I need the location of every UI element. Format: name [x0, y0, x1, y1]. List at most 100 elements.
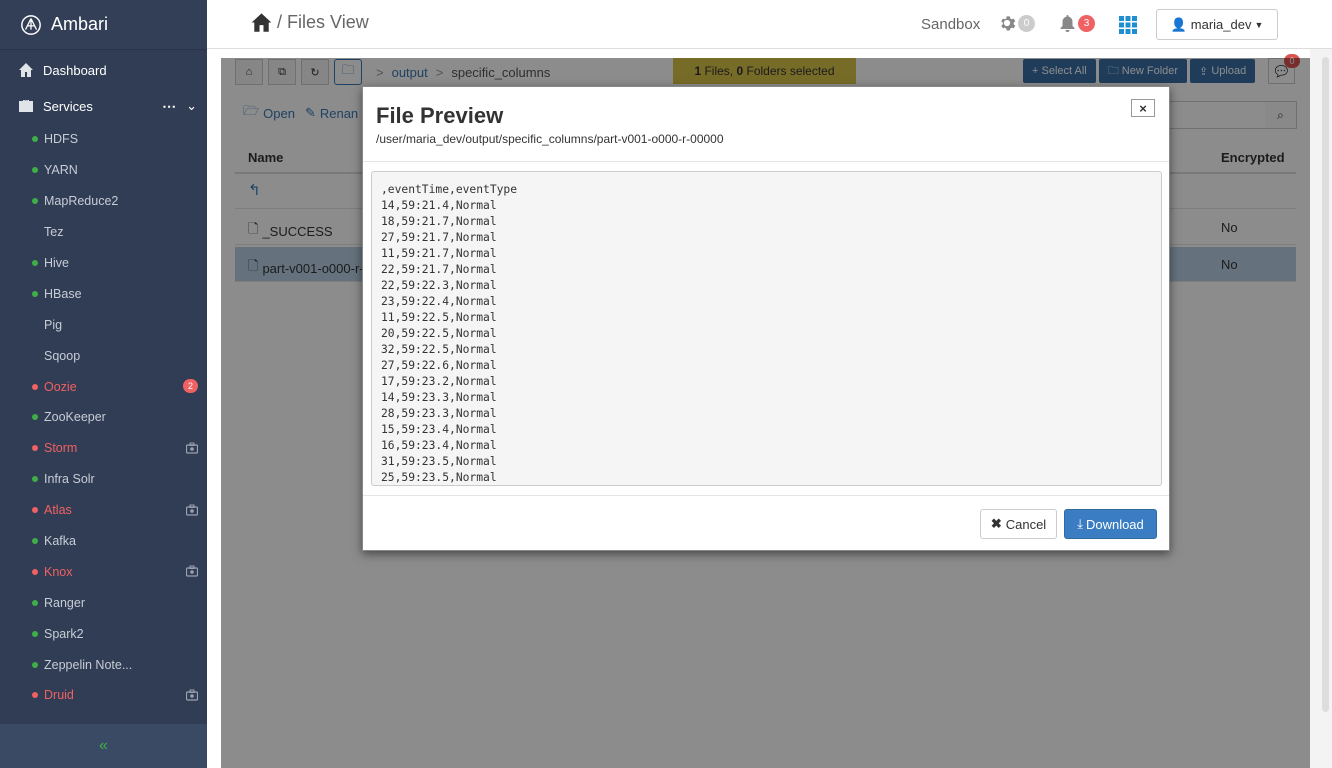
download-label: Download	[1085, 516, 1144, 532]
sidebar-collapse-button[interactable]: «	[0, 724, 207, 768]
service-name: Druid	[44, 688, 74, 703]
sidebar-item-service[interactable]: Ranger	[0, 587, 207, 618]
service-name: Atlas	[44, 503, 72, 518]
service-list: HDFS YARN MapReduce2 Tez Hive HBase Pig Sqoop Oo…	[0, 124, 207, 711]
sidebar-item-service[interactable]: Zeppelin Note...	[0, 649, 207, 680]
background-ops-button[interactable]: 0	[998, 14, 1035, 32]
briefcase-icon	[19, 100, 33, 112]
service-name: MapReduce2	[44, 194, 119, 209]
sidebar-item-service[interactable]: Spark2	[0, 618, 207, 649]
close-icon: ×	[1139, 100, 1147, 116]
sidebar-item-service[interactable]: MapReduce2	[0, 186, 207, 217]
preview-line: 27,59:22.6,Normal	[381, 359, 497, 372]
modal-header: File Preview /user/maria_dev/output/spec…	[363, 87, 1169, 162]
alert-count-badge: 2	[183, 379, 198, 394]
chevron-down-icon[interactable]: ⌄	[186, 98, 197, 114]
file-path: /user/maria_dev/output/specific_columns/…	[376, 132, 724, 146]
sidebar-item-service[interactable]: Sqoop	[0, 340, 207, 371]
sidebar-item-service[interactable]: HBase	[0, 278, 207, 309]
sidebar-item-dashboard[interactable]: Dashboard	[0, 52, 207, 88]
preview-line: 22,59:21.7,Normal	[381, 263, 497, 276]
maintenance-mode-icon	[186, 689, 198, 701]
status-dot-icon	[32, 476, 38, 483]
file-preview-modal: File Preview /user/maria_dev/output/spec…	[362, 86, 1170, 551]
preview-line: 11,59:22.5,Normal	[381, 311, 497, 324]
sidebar-item-service[interactable]: YARN	[0, 155, 207, 186]
sidebar-item-service[interactable]: Hive	[0, 248, 207, 279]
ambari-logo-icon	[21, 14, 41, 35]
views-menu-button[interactable]	[1119, 16, 1137, 37]
caret-down-icon: ▼	[1254, 19, 1264, 30]
service-name: Hive	[44, 256, 70, 270]
sidebar-item-service[interactable]: Atlas	[0, 495, 207, 526]
cancel-label: Cancel	[1005, 516, 1047, 532]
sidebar-item-services[interactable]: Services ⋯ ⌄	[0, 88, 207, 124]
service-name: HDFS	[44, 132, 79, 147]
page-scrollbar[interactable]	[1310, 49, 1332, 768]
user-icon: 👤	[1170, 16, 1187, 32]
brand[interactable]: Ambari	[0, 0, 207, 50]
cluster-name[interactable]: Sandbox	[921, 16, 980, 33]
status-dot-icon	[32, 445, 38, 452]
status-dot-icon	[32, 383, 38, 390]
preview-line: 15,59:23.4,Normal	[381, 423, 497, 436]
sidebar-item-service[interactable]: Druid	[0, 680, 207, 711]
service-name: Ranger	[44, 595, 85, 610]
sidebar-item-service[interactable]: Tez	[0, 217, 207, 248]
preview-line: 11,59:21.7,Normal	[381, 247, 497, 260]
cancel-button[interactable]: ✖ Cancel	[980, 509, 1057, 539]
page-title: / Files View	[251, 12, 369, 33]
alerts-button[interactable]: 3	[1059, 14, 1095, 32]
sidebar-item-service[interactable]: Storm	[0, 433, 207, 464]
preview-line: 20,59:22.5,Normal	[381, 327, 497, 340]
sidebar-item-service[interactable]: Knox	[0, 556, 207, 587]
service-name: Storm	[44, 441, 78, 456]
service-name: Infra Solr	[44, 472, 95, 487]
service-name: Zeppelin Note...	[44, 657, 133, 672]
preview-line: 16,59:23.4,Normal	[381, 439, 497, 452]
status-dot-icon	[32, 290, 38, 297]
grid-icon	[1119, 16, 1137, 34]
alerts-count-badge: 3	[1078, 14, 1095, 32]
sidebar-item-service[interactable]: Oozie 2	[0, 371, 207, 402]
preview-line: 25,59:23.5,Normal	[381, 471, 497, 484]
maintenance-mode-icon	[186, 504, 198, 516]
preview-line: 27,59:21.7,Normal	[381, 231, 497, 244]
preview-line: 18,59:21.7,Normal	[381, 215, 497, 228]
sidebar: Ambari Dashboard Services ⋯ ⌄ HDFS YARN Ma…	[0, 0, 207, 768]
close-icon: ✖	[990, 516, 1002, 531]
service-name: Oozie	[44, 379, 77, 394]
status-dot-icon	[32, 599, 38, 606]
ops-count-badge: 0	[1018, 14, 1035, 32]
service-name: ZooKeeper	[44, 410, 106, 425]
sidebar-item-service[interactable]: Infra Solr	[0, 464, 207, 495]
sidebar-item-service[interactable]: Pig	[0, 309, 207, 340]
sidebar-item-service[interactable]: Kafka	[0, 526, 207, 557]
service-name: HBase	[44, 286, 82, 301]
status-dot-icon	[32, 414, 38, 421]
status-dot-icon	[32, 692, 38, 699]
file-content-preview[interactable]: ,eventTime,eventType 14,59:21.4,Normal 18,…	[371, 171, 1162, 486]
sidebar-item-service[interactable]: HDFS	[0, 124, 207, 155]
sidebar-item-label: Services	[43, 98, 93, 114]
home-icon[interactable]	[251, 12, 272, 33]
bell-icon	[1060, 15, 1075, 32]
close-button[interactable]: ×	[1131, 99, 1155, 117]
gear-icon	[1001, 16, 1016, 31]
sidebar-item-label: Dashboard	[43, 62, 107, 78]
status-dot-icon	[32, 538, 38, 545]
user-menu-button[interactable]: 👤 maria_dev ▼	[1156, 9, 1278, 40]
title-separator: /	[277, 12, 283, 32]
sidebar-item-service[interactable]: ZooKeeper	[0, 402, 207, 433]
download-icon: ⤓	[1077, 516, 1083, 531]
download-button[interactable]: ⤓ Download	[1064, 509, 1157, 539]
status-dot-icon	[32, 260, 38, 266]
brand-name: Ambari	[51, 14, 109, 34]
service-name: Sqoop	[44, 348, 81, 363]
status-dot-icon	[32, 507, 38, 514]
status-dot-icon	[32, 661, 38, 668]
preview-line: 14,59:21.4,Normal	[381, 199, 497, 212]
preview-line: 22,59:22.3,Normal	[381, 279, 497, 292]
more-actions-icon[interactable]: ⋯	[162, 98, 176, 115]
scrollbar-thumb[interactable]	[1322, 57, 1329, 712]
